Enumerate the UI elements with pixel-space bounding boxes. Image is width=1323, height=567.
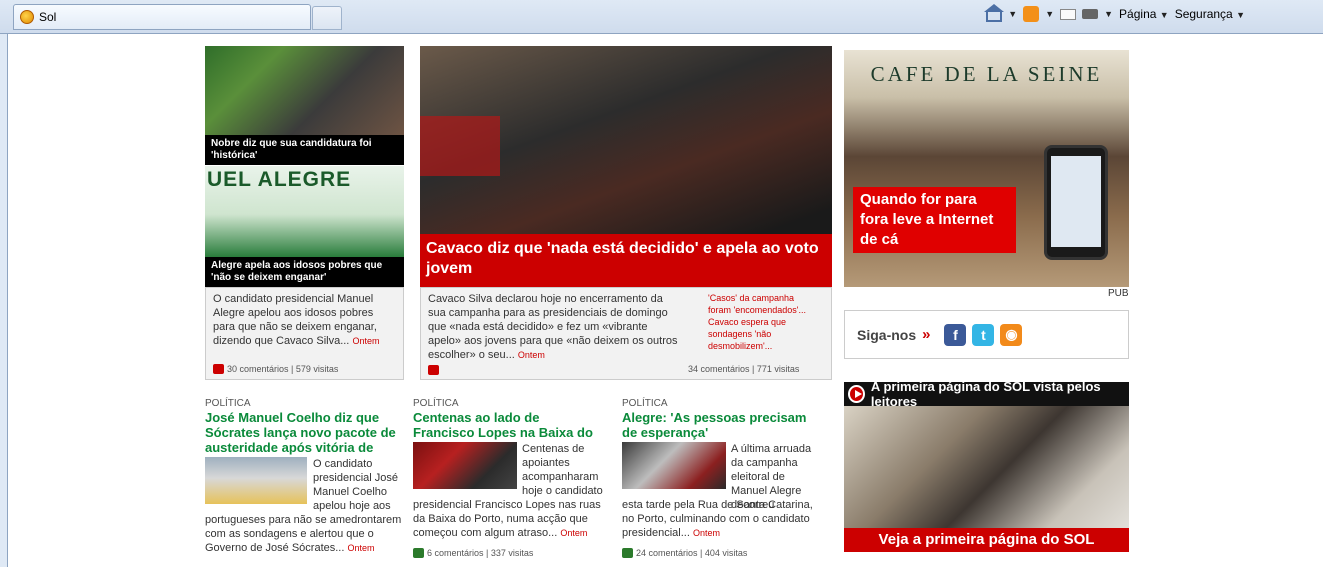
browser-tab-active[interactable]: Sol	[13, 4, 311, 30]
page-content: Nobre diz que sua candidatura foi 'histó…	[9, 35, 1323, 567]
date-link[interactable]: Ontem	[518, 350, 545, 360]
story-caption[interactable]: Alegre apela aos idosos pobres que 'não …	[205, 257, 404, 287]
home-icon[interactable]	[984, 4, 1005, 22]
section-label: POLÍTICA	[205, 398, 251, 409]
print-icon[interactable]	[1082, 9, 1099, 19]
article-headline[interactable]: Alegre: 'As pessoas precisam de esperanç…	[622, 410, 822, 440]
tab-title: Sol	[39, 10, 57, 24]
story-caption[interactable]: Nobre diz que sua candidatura foi 'histó…	[205, 135, 404, 165]
comment-icon[interactable]	[213, 364, 224, 374]
sol-favicon-icon	[20, 10, 34, 24]
article-excerpt: portugueses para não se amedrontarem com…	[205, 514, 402, 554]
article-excerpt: esta tarde pela Rua de Santa Catarina, n…	[622, 499, 813, 539]
date-link[interactable]: Ontem	[352, 336, 379, 346]
hero-meta: 34 comentários | 771 visitas	[688, 364, 800, 374]
follow-arrow: »	[922, 326, 931, 343]
article-meta: 24 comentários | 404 visitas	[622, 548, 747, 558]
mail-icon[interactable]	[1060, 8, 1077, 20]
print-dropdown-icon[interactable]: ▼	[1104, 9, 1113, 19]
article-image[interactable]	[205, 457, 307, 504]
play-icon[interactable]	[848, 385, 865, 403]
new-tab-button[interactable]	[312, 6, 342, 30]
hero-headline[interactable]: Cavaco diz que 'nada está decidido' e ap…	[420, 234, 832, 287]
promo-header: A primeira página do SOL vista pelos lei…	[844, 382, 1129, 409]
date-link[interactable]: Ontem	[347, 543, 374, 553]
flag-shape	[420, 116, 500, 176]
story-thumb-nobre[interactable]: Nobre diz que sua candidatura foi 'histó…	[205, 46, 404, 165]
facebook-icon[interactable]: f	[944, 323, 967, 346]
banner-text: UEL ALEGRE	[207, 168, 352, 191]
twitter-icon[interactable]: t	[972, 323, 995, 346]
command-bar: ▼ ▼ ▼ Página ▼ Segurança ▼	[984, 4, 1245, 22]
left-story-card: O candidato presidencial Manuel Alegre a…	[205, 287, 404, 380]
story-thumb-alegre[interactable]: UEL ALEGRE Alegre apela aos idosos pobre…	[205, 166, 404, 287]
article-excerpt-side: O candidato presidencial José Manuel Coe…	[313, 458, 398, 512]
follow-box: Siga-nos » f t ◉	[844, 310, 1129, 359]
related-links[interactable]: 'Casos' da campanha foram 'encomendados'…	[708, 292, 818, 352]
rss-icon[interactable]: ◉	[1000, 323, 1023, 346]
feeds-icon[interactable]	[1023, 6, 1040, 22]
ad-slogan: Quando for para fora leve a Internet de …	[853, 187, 1016, 253]
story-excerpt: O candidato presidencial Manuel Alegre a…	[213, 293, 380, 347]
browser-toolbar: Sol ▼ ▼ ▼ Página ▼ Segurança ▼	[0, 0, 1323, 34]
hero-excerpt: Cavaco Silva declarou hoje no encerramen…	[428, 293, 678, 361]
date-link[interactable]: Ontem	[560, 528, 587, 538]
story-meta: 30 comentários | 579 visitas	[213, 364, 338, 374]
section-label: POLÍTICA	[413, 398, 459, 409]
article-excerpt-side: Centenas de apoiantes acompanharam hoje …	[522, 443, 603, 497]
phone-icon	[1044, 145, 1108, 260]
front-page-promo[interactable]: A primeira página do SOL vista pelos lei…	[844, 382, 1129, 567]
ad-sign: CAFE DE LA SEINE	[870, 62, 1103, 86]
promo-image	[844, 406, 1129, 528]
article-image[interactable]	[413, 442, 517, 489]
comment-icon[interactable]	[413, 548, 424, 558]
page-menu[interactable]: Página ▼	[1119, 7, 1169, 21]
promo-footer[interactable]: Veja a primeira página do SOL	[844, 528, 1129, 552]
follow-label: Siga-nos	[857, 326, 917, 343]
window-border	[0, 34, 8, 567]
feeds-dropdown-icon[interactable]: ▼	[1045, 9, 1054, 19]
comment-icon[interactable]	[622, 548, 633, 558]
article-excerpt: presidencial Francisco Lopes nas ruas da…	[413, 499, 601, 539]
hero-card: Cavaco Silva declarou hoje no encerramen…	[420, 287, 832, 380]
section-label: POLÍTICA	[622, 398, 668, 409]
article-image[interactable]	[622, 442, 726, 489]
date-link[interactable]: Ontem	[693, 528, 720, 538]
security-menu[interactable]: Segurança ▼	[1175, 7, 1245, 21]
home-dropdown-icon[interactable]: ▼	[1008, 9, 1017, 19]
comment-icon[interactable]	[428, 365, 439, 375]
hero-story[interactable]: Cavaco diz que 'nada está decidido' e ap…	[420, 46, 832, 287]
advertisement[interactable]: CAFE DE LA SEINE Quando for para fora le…	[844, 50, 1129, 287]
ad-label: PUB	[1108, 288, 1129, 299]
article-meta: 6 comentários | 337 visitas	[413, 548, 533, 558]
